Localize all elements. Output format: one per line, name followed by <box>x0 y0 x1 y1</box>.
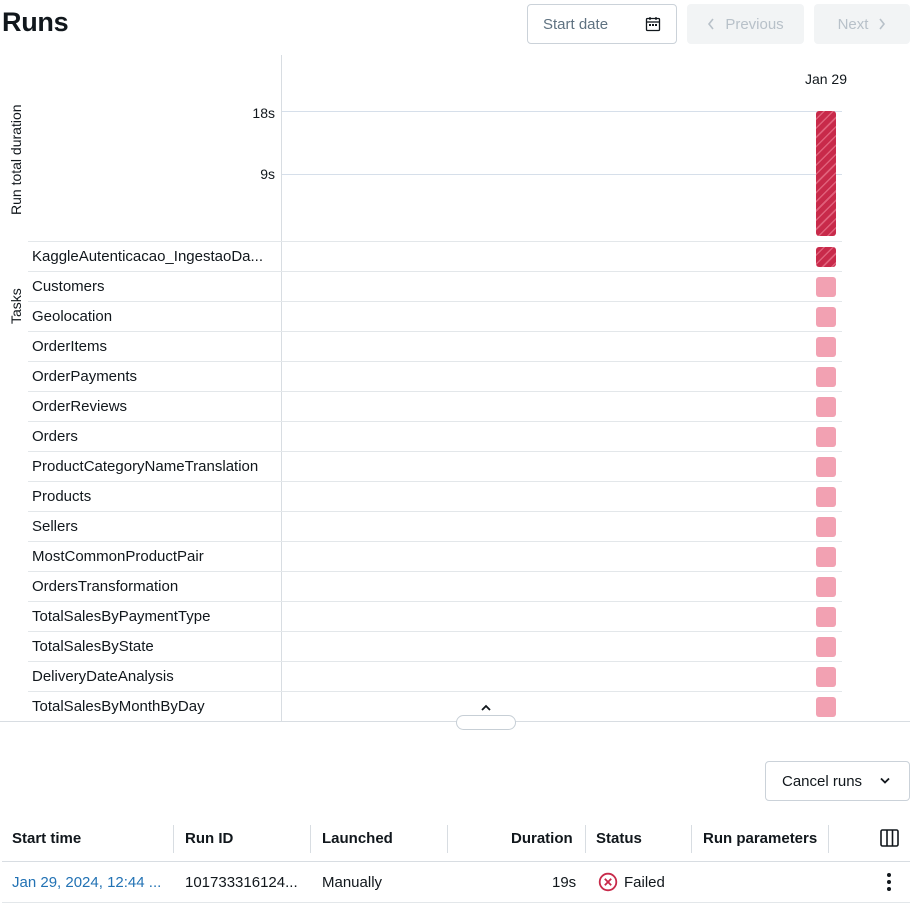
task-status-cell[interactable] <box>816 517 836 537</box>
next-button[interactable]: Next <box>814 4 910 44</box>
duration-cell: 19s <box>552 874 577 891</box>
resize-handle[interactable] <box>456 715 516 730</box>
task-row: TotalSalesByPaymentType <box>28 601 842 631</box>
task-row: Customers <box>28 271 842 301</box>
cancel-runs-button[interactable]: Cancel runs <box>765 761 910 801</box>
gridline-9s <box>282 174 842 175</box>
task-status-cell[interactable] <box>816 427 836 447</box>
start-date-picker[interactable]: Start date <box>527 4 677 44</box>
task-status-cell[interactable] <box>816 337 836 357</box>
task-row: Geolocation <box>28 301 842 331</box>
task-name[interactable]: Products <box>32 488 277 505</box>
run-duration-axis-title: Run total duration <box>8 104 24 215</box>
task-name[interactable]: TotalSalesByState <box>32 638 277 655</box>
previous-label: Previous <box>725 15 784 33</box>
chart-bottom-divider <box>0 721 910 722</box>
error-icon <box>598 872 618 892</box>
task-status-cell[interactable] <box>816 667 836 687</box>
task-row: TotalSalesByState <box>28 631 842 661</box>
task-name[interactable]: Sellers <box>32 518 277 535</box>
gridline-18s <box>282 111 842 112</box>
task-row: DeliveryDateAnalysis <box>28 661 842 691</box>
chevron-up-icon[interactable] <box>479 703 493 713</box>
previous-button[interactable]: Previous <box>687 4 804 44</box>
table-row-divider <box>2 902 910 903</box>
column-header-run-id[interactable]: Run ID <box>185 830 233 847</box>
column-header-launched[interactable]: Launched <box>322 830 393 847</box>
start-time-link[interactable]: Jan 29, 2024, 12:44 ... <box>12 874 172 891</box>
column-header-duration[interactable]: Duration <box>511 830 573 847</box>
columns-icon[interactable] <box>880 829 899 847</box>
task-name[interactable]: OrderReviews <box>32 398 277 415</box>
task-status-cell[interactable] <box>816 307 836 327</box>
column-header-run-parameters[interactable]: Run parameters <box>703 830 817 847</box>
column-separator[interactable] <box>828 825 829 853</box>
calendar-icon[interactable] <box>645 16 661 32</box>
task-status-cell[interactable] <box>816 547 836 567</box>
x-date-label: Jan 29 <box>804 71 848 87</box>
chevron-right-icon <box>879 18 886 30</box>
cancel-runs-label: Cancel runs <box>782 772 863 790</box>
status-label: Failed <box>624 873 665 891</box>
task-name[interactable]: OrderItems <box>32 338 277 355</box>
table-header-divider <box>2 861 910 862</box>
task-row: Sellers <box>28 511 842 541</box>
task-name[interactable]: Customers <box>32 278 277 295</box>
start-date-placeholder: Start date <box>543 15 609 33</box>
task-status-cell[interactable] <box>816 577 836 597</box>
column-separator[interactable] <box>691 825 692 853</box>
task-row: KaggleAutenticacao_IngestaoDa... <box>28 241 842 271</box>
task-status-cell[interactable] <box>816 637 836 657</box>
task-status-cell[interactable] <box>816 247 836 267</box>
page-title: Runs <box>2 7 69 37</box>
task-status-cell[interactable] <box>816 277 836 297</box>
task-row: Products <box>28 481 842 511</box>
task-name[interactable]: DeliveryDateAnalysis <box>32 668 277 685</box>
task-name[interactable]: ProductCategoryNameTranslation <box>32 458 277 475</box>
kebab-menu-icon[interactable] <box>886 872 892 892</box>
y-tick-label: 18s <box>252 105 275 121</box>
task-name[interactable]: TotalSalesByMonthByDay <box>32 698 277 715</box>
task-row: OrdersTransformation <box>28 571 842 601</box>
task-status-cell[interactable] <box>816 697 836 717</box>
column-header-start-time[interactable]: Start time <box>12 830 81 847</box>
task-name[interactable]: MostCommonProductPair <box>32 548 277 565</box>
task-status-cell[interactable] <box>816 457 836 477</box>
task-status-cell[interactable] <box>816 607 836 627</box>
run-duration-bar[interactable] <box>816 111 836 236</box>
task-row: OrderPayments <box>28 361 842 391</box>
column-separator[interactable] <box>585 825 586 853</box>
chevron-down-icon <box>880 777 890 784</box>
task-name[interactable]: Geolocation <box>32 308 277 325</box>
task-name[interactable]: TotalSalesByPaymentType <box>32 608 277 625</box>
status-badge: Failed <box>598 872 665 892</box>
task-name[interactable]: Orders <box>32 428 277 445</box>
task-status-cell[interactable] <box>816 487 836 507</box>
task-name[interactable]: OrdersTransformation <box>32 578 277 595</box>
tasks-axis-title: Tasks <box>8 288 24 324</box>
chevron-left-icon <box>708 18 714 30</box>
task-status-cell[interactable] <box>816 397 836 417</box>
task-row: Orders <box>28 421 842 451</box>
task-row: OrderReviews <box>28 391 842 421</box>
task-row: ProductCategoryNameTranslation <box>28 451 842 481</box>
task-status-cell[interactable] <box>816 367 836 387</box>
column-separator[interactable] <box>310 825 311 853</box>
task-name[interactable]: OrderPayments <box>32 368 277 385</box>
y-tick-label: 9s <box>260 166 275 182</box>
task-row: OrderItems <box>28 331 842 361</box>
task-row: MostCommonProductPair <box>28 541 842 571</box>
next-label: Next <box>837 15 869 33</box>
task-row: TotalSalesByMonthByDay <box>28 691 842 721</box>
launched-cell: Manually <box>322 874 383 891</box>
task-name[interactable]: KaggleAutenticacao_IngestaoDa... <box>32 248 277 265</box>
column-separator[interactable] <box>173 825 174 853</box>
run-id-cell: 101733316124... <box>185 874 298 891</box>
column-header-status[interactable]: Status <box>596 830 642 847</box>
column-separator[interactable] <box>447 825 448 853</box>
